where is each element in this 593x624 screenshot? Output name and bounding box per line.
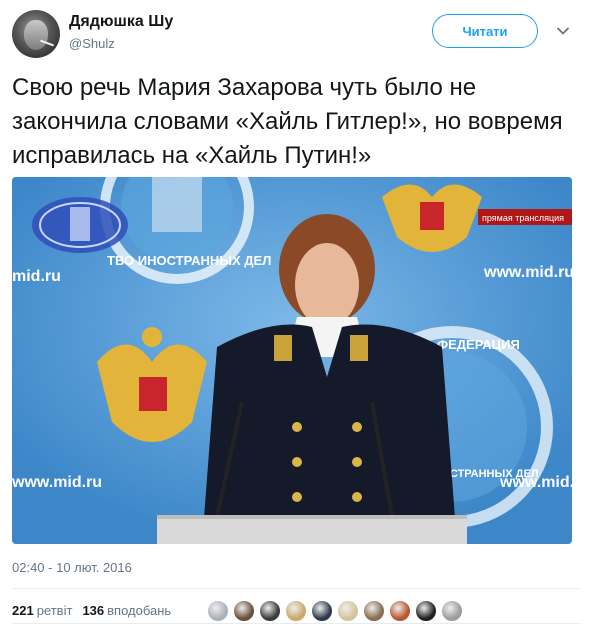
media-photo: ТВО ИНОСТРАННЫХ ДЕЛ mid.ru прямая трансл… — [12, 177, 572, 544]
liker-avatar[interactable] — [259, 600, 281, 622]
watermark-bottom-right: www.mid.ru — [499, 474, 572, 491]
likes-count: 136 — [82, 603, 105, 618]
tweet-text: Свою речь Мария Захарова чуть было не за… — [12, 74, 563, 169]
retweets-stat[interactable]: 221 ретвіт — [12, 603, 72, 618]
seal-text-right: ФЕДЕРАЦИЯ — [437, 337, 520, 352]
avatar-face — [24, 20, 48, 50]
ministry-logo-icon — [32, 197, 128, 253]
likers-avatars — [207, 600, 463, 622]
liker-avatar[interactable] — [441, 600, 463, 622]
watermark-top-right: www.mid.ru — [483, 264, 572, 281]
divider-top — [12, 588, 581, 589]
retweets-count: 221 — [12, 603, 34, 618]
liker-avatar[interactable] — [207, 600, 229, 622]
display-name[interactable]: Дядюшка Шу — [69, 13, 173, 31]
liker-avatar[interactable] — [337, 600, 359, 622]
liker-avatar[interactable] — [311, 600, 333, 622]
tweet-media[interactable]: ТВО ИНОСТРАННЫХ ДЕЛ mid.ru прямая трансл… — [12, 177, 572, 544]
podium — [157, 515, 467, 544]
watermark-top-left: mid.ru — [12, 268, 61, 285]
live-badge: прямая трансляция — [482, 213, 564, 223]
liker-avatar[interactable] — [363, 600, 385, 622]
liker-avatar[interactable] — [285, 600, 307, 622]
liker-avatar[interactable] — [389, 600, 411, 622]
chevron-down-icon[interactable] — [556, 24, 570, 38]
watermark-bottom-left: www.mid.ru — [12, 474, 102, 491]
liker-avatar[interactable] — [415, 600, 437, 622]
user-avatar[interactable] — [12, 10, 60, 58]
seal-text-top: ТВО ИНОСТРАННЫХ ДЕЛ — [107, 253, 271, 268]
likes-label: вподобань — [107, 603, 172, 618]
engagement-stats: 221 ретвіт 136 вподобань — [12, 603, 181, 618]
podium-edge — [157, 515, 467, 519]
liker-avatar[interactable] — [233, 600, 255, 622]
retweets-label: ретвіт — [36, 603, 73, 618]
likes-stat[interactable]: 136 вподобань — [82, 603, 171, 618]
tweet-timestamp[interactable]: 02:40 - 10 лют. 2016 — [12, 560, 132, 575]
username[interactable]: @Shulz — [69, 36, 115, 51]
follow-button[interactable]: Читати — [432, 14, 538, 48]
